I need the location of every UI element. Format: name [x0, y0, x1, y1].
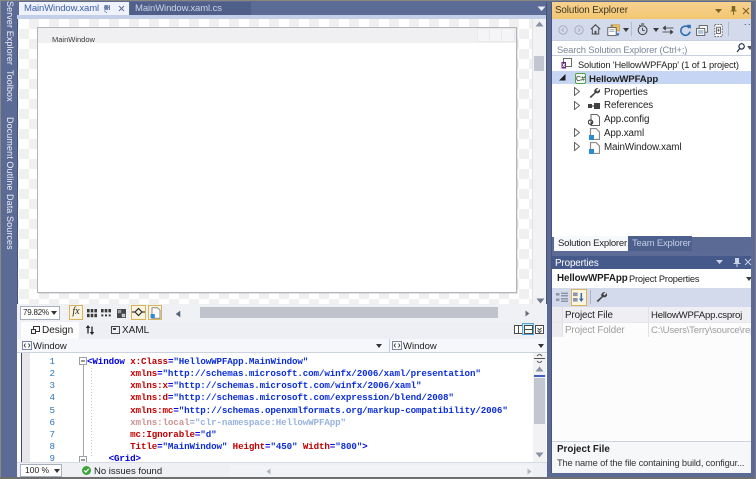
svg-text:C#: C#: [576, 76, 585, 83]
